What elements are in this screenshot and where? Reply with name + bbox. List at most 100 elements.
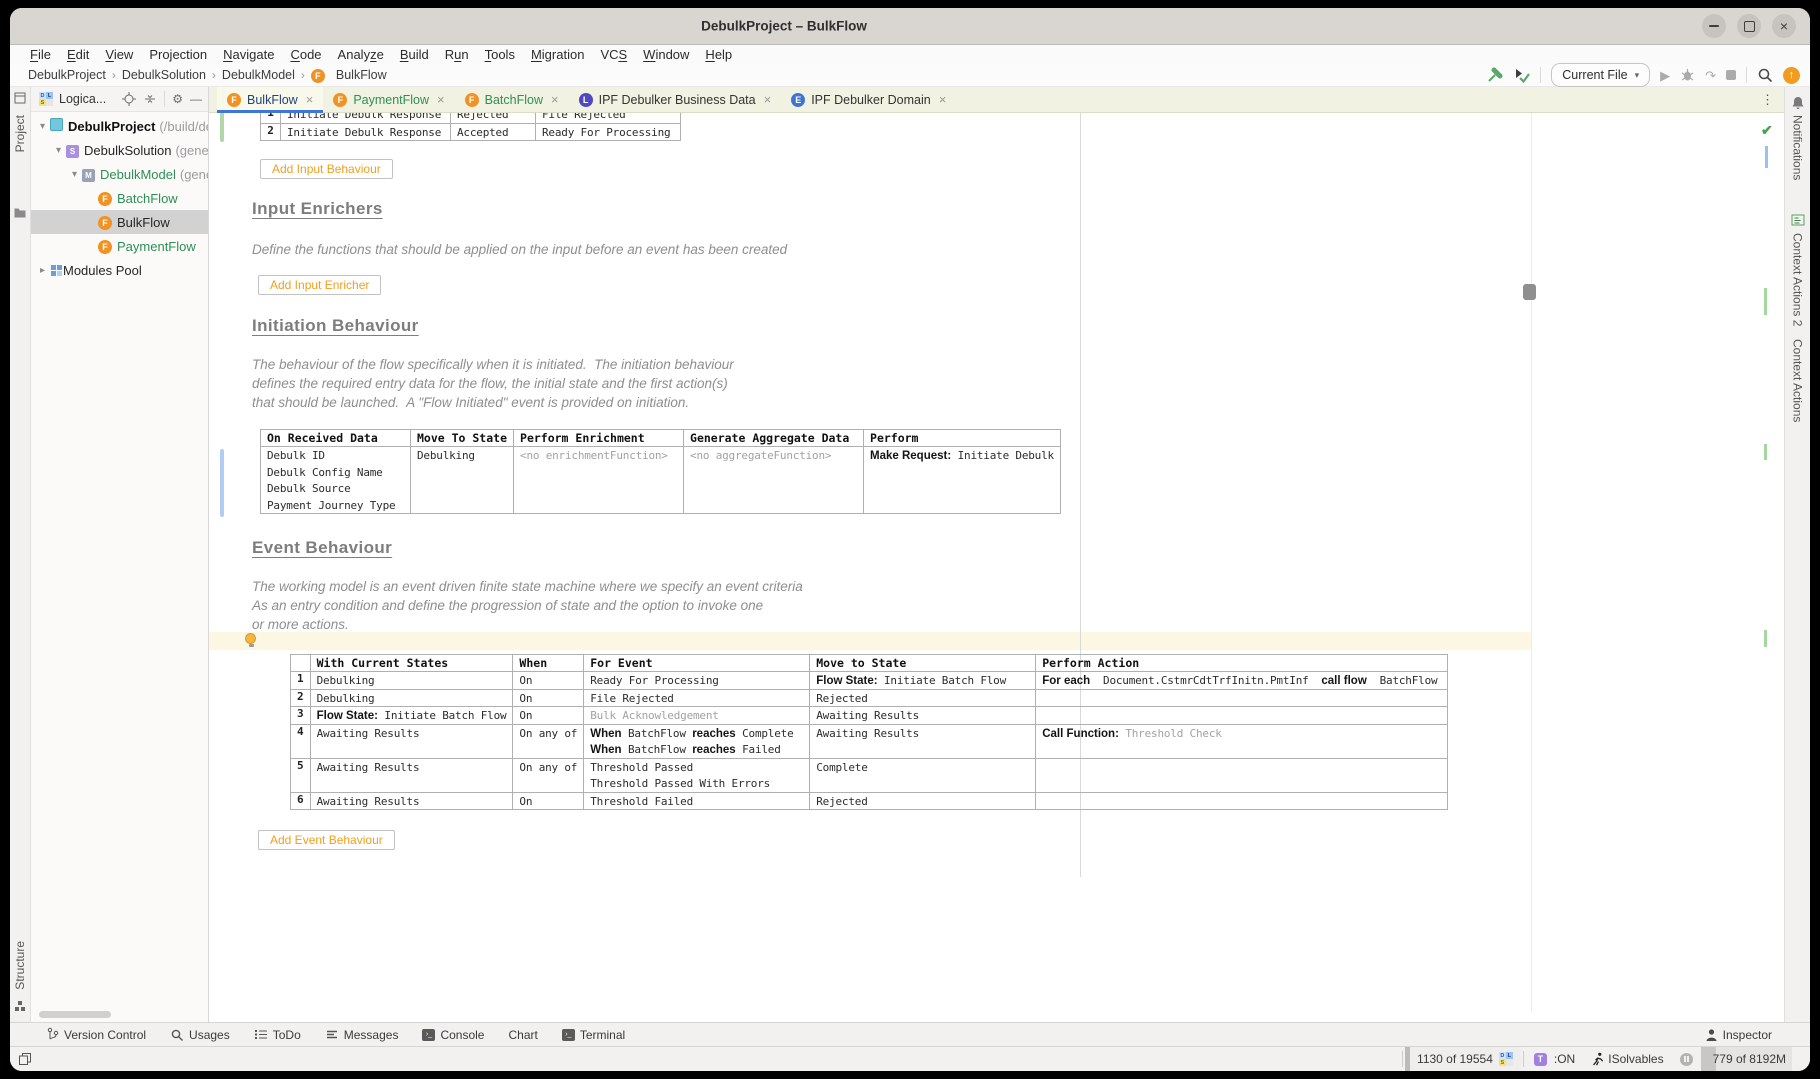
hide-panel-icon[interactable]: — [190,93,202,105]
menu-edit[interactable]: Edit [59,47,97,62]
run-configuration-select[interactable]: Current File ▾ [1551,63,1650,87]
update-available-icon[interactable]: ↑ [1783,67,1800,84]
profiler-button[interactable]: ↷ [1705,69,1716,82]
tab-paymentflow[interactable]: FPaymentFlow× [323,87,454,112]
tree-item-debulkproject[interactable]: ▾DebulkProject(/build/de [31,114,208,138]
solution-icon: S [66,142,84,158]
crumb-separator-icon: › [301,68,305,82]
tool-strip-project[interactable]: Project [13,115,27,152]
structure-icon[interactable] [14,1000,26,1012]
menu-vcs[interactable]: VCS [592,47,635,62]
locate-icon[interactable] [122,92,136,106]
tree-item-paymentflow[interactable]: FPaymentFlow [31,234,208,258]
project-icon [50,118,68,134]
toggle-state: :ON [1554,1052,1575,1066]
tree-item-modules-pool[interactable]: ▸Modules Pool [31,258,208,282]
tab-close-icon[interactable]: × [764,92,772,107]
toggle-widget[interactable]: T :ON [1526,1047,1583,1071]
position-widget[interactable]: 1130 of 19554 DLS [1405,1047,1521,1071]
terminal-icon: ›_ [562,1029,575,1041]
breadcrumb-item[interactable]: DebulkSolution [122,68,206,82]
add-input-enricher-button[interactable]: Add Input Enricher [258,275,381,295]
tool-strip-context-actions-2[interactable]: Context Actions 2 [1791,233,1805,326]
tree-item-bulkflow[interactable]: FBulkFlow [31,210,208,234]
menu-view[interactable]: View [97,47,141,62]
stripe-mark-green [1764,630,1767,647]
breadcrumb-item[interactable]: BulkFlow [336,68,387,82]
search-everywhere-icon[interactable] [1757,67,1773,83]
list-icon[interactable] [1791,213,1805,227]
tab-ipf-debulker-domain[interactable]: EIPF Debulker Domain× [781,87,956,112]
add-input-behaviour-button[interactable]: Add Input Behaviour [260,159,393,179]
menu-navigate[interactable]: Navigate [215,47,282,62]
solvables-widget[interactable]: ISolvables [1583,1047,1671,1071]
breadcrumb-item[interactable]: DebulkModel [222,68,295,82]
menu-tools[interactable]: Tools [477,47,523,62]
minimize-button[interactable] [1702,14,1726,38]
splitter-handle[interactable] [1523,284,1536,300]
memory-widget[interactable]: 779 of 8192M [1701,1047,1792,1071]
tree-item-batchflow[interactable]: FBatchFlow [31,186,208,210]
toolwindow-terminal[interactable]: ›_ Terminal [562,1028,625,1042]
menu-projection[interactable]: Projection [141,47,215,62]
build-hammer-icon[interactable] [1486,67,1503,84]
toolwindow-chart[interactable]: Chart [508,1028,537,1042]
more-tabs-icon[interactable]: ⋮ [1761,92,1784,108]
pause-indicator[interactable] [1672,1047,1701,1071]
tool-window-bar: Version Control Usages ToDo Messages ›_ … [10,1022,1810,1046]
menu-file[interactable]: File [22,47,59,62]
tab-close-icon[interactable]: × [551,92,559,107]
tree-item-debulksolution[interactable]: ▾SDebulkSolution(gene [31,138,208,162]
menu-help[interactable]: Help [697,47,740,62]
input-enrichers-description: Define the functions that should be appl… [252,240,787,259]
menu-window[interactable]: Window [635,47,697,62]
memory-value: 779 of 8192M [1713,1052,1786,1066]
folder-icon[interactable] [14,207,27,218]
toolwindow-usages[interactable]: Usages [170,1028,230,1042]
toolwindow-console[interactable]: ›_ Console [422,1028,484,1042]
window-controls: × [1702,14,1796,38]
toolwindow-inspector[interactable]: Inspector [1705,1028,1772,1042]
menu-build[interactable]: Build [392,47,437,62]
editor-tab-bar: FBulkFlow×FPaymentFlow×FBatchFlow×LIPF D… [209,87,1784,113]
project-view-mode[interactable]: Logica... [59,92,106,106]
maximize-button[interactable] [1737,14,1761,38]
toolwindow-version-control[interactable]: Version Control [46,1027,146,1042]
tab-close-icon[interactable]: × [939,92,947,107]
gear-icon[interactable]: ⚙ [172,92,183,106]
run-with-coverage-icon[interactable] [1513,67,1530,84]
console-icon: ›_ [422,1029,435,1041]
tab-close-icon[interactable]: × [306,92,314,107]
add-event-behaviour-button[interactable]: Add Event Behaviour [258,830,395,850]
toolbar-divider [1540,67,1541,83]
intention-bulb-icon[interactable] [245,633,257,648]
main-area: Project Structure DLS Logica... ⚙ — ▾Deb… [10,87,1810,1022]
tool-window-icon[interactable] [14,92,26,104]
tool-strip-context-actions[interactable]: Context Actions [1791,339,1805,422]
run-configuration-label: Current File [1562,68,1627,82]
layered-squares-icon[interactable] [18,1052,32,1066]
toolwindow-messages[interactable]: Messages [325,1028,399,1042]
flow-icon: F [227,92,241,107]
tab-bulkflow[interactable]: FBulkFlow× [217,87,323,112]
menu-analyze[interactable]: Analyze [330,47,392,62]
tool-strip-structure[interactable]: Structure [13,941,27,990]
menu-run[interactable]: Run [437,47,477,62]
tree-item-debulkmodel[interactable]: ▾MDebulkModel(gene [31,162,208,186]
horizontal-scrollbar[interactable] [39,1011,111,1018]
toggle-icon: T [1534,1053,1547,1066]
breadcrumb-item[interactable]: DebulkProject [28,68,106,82]
collapse-all-icon[interactable] [143,92,157,106]
tool-strip-notifications[interactable]: Notifications [1791,115,1805,180]
stop-button[interactable] [1726,70,1736,80]
run-button[interactable]: ▶ [1660,69,1670,82]
debug-button[interactable] [1680,68,1695,82]
close-button[interactable]: × [1772,14,1796,38]
tab-batchflow[interactable]: FBatchFlow× [455,87,569,112]
tab-close-icon[interactable]: × [437,92,445,107]
bell-icon[interactable] [1791,95,1805,110]
toolwindow-todo[interactable]: ToDo [254,1028,301,1042]
tab-ipf-debulker-business-data[interactable]: LIPF Debulker Business Data× [569,87,782,112]
menu-code[interactable]: Code [282,47,329,62]
menu-migration[interactable]: Migration [523,47,592,62]
